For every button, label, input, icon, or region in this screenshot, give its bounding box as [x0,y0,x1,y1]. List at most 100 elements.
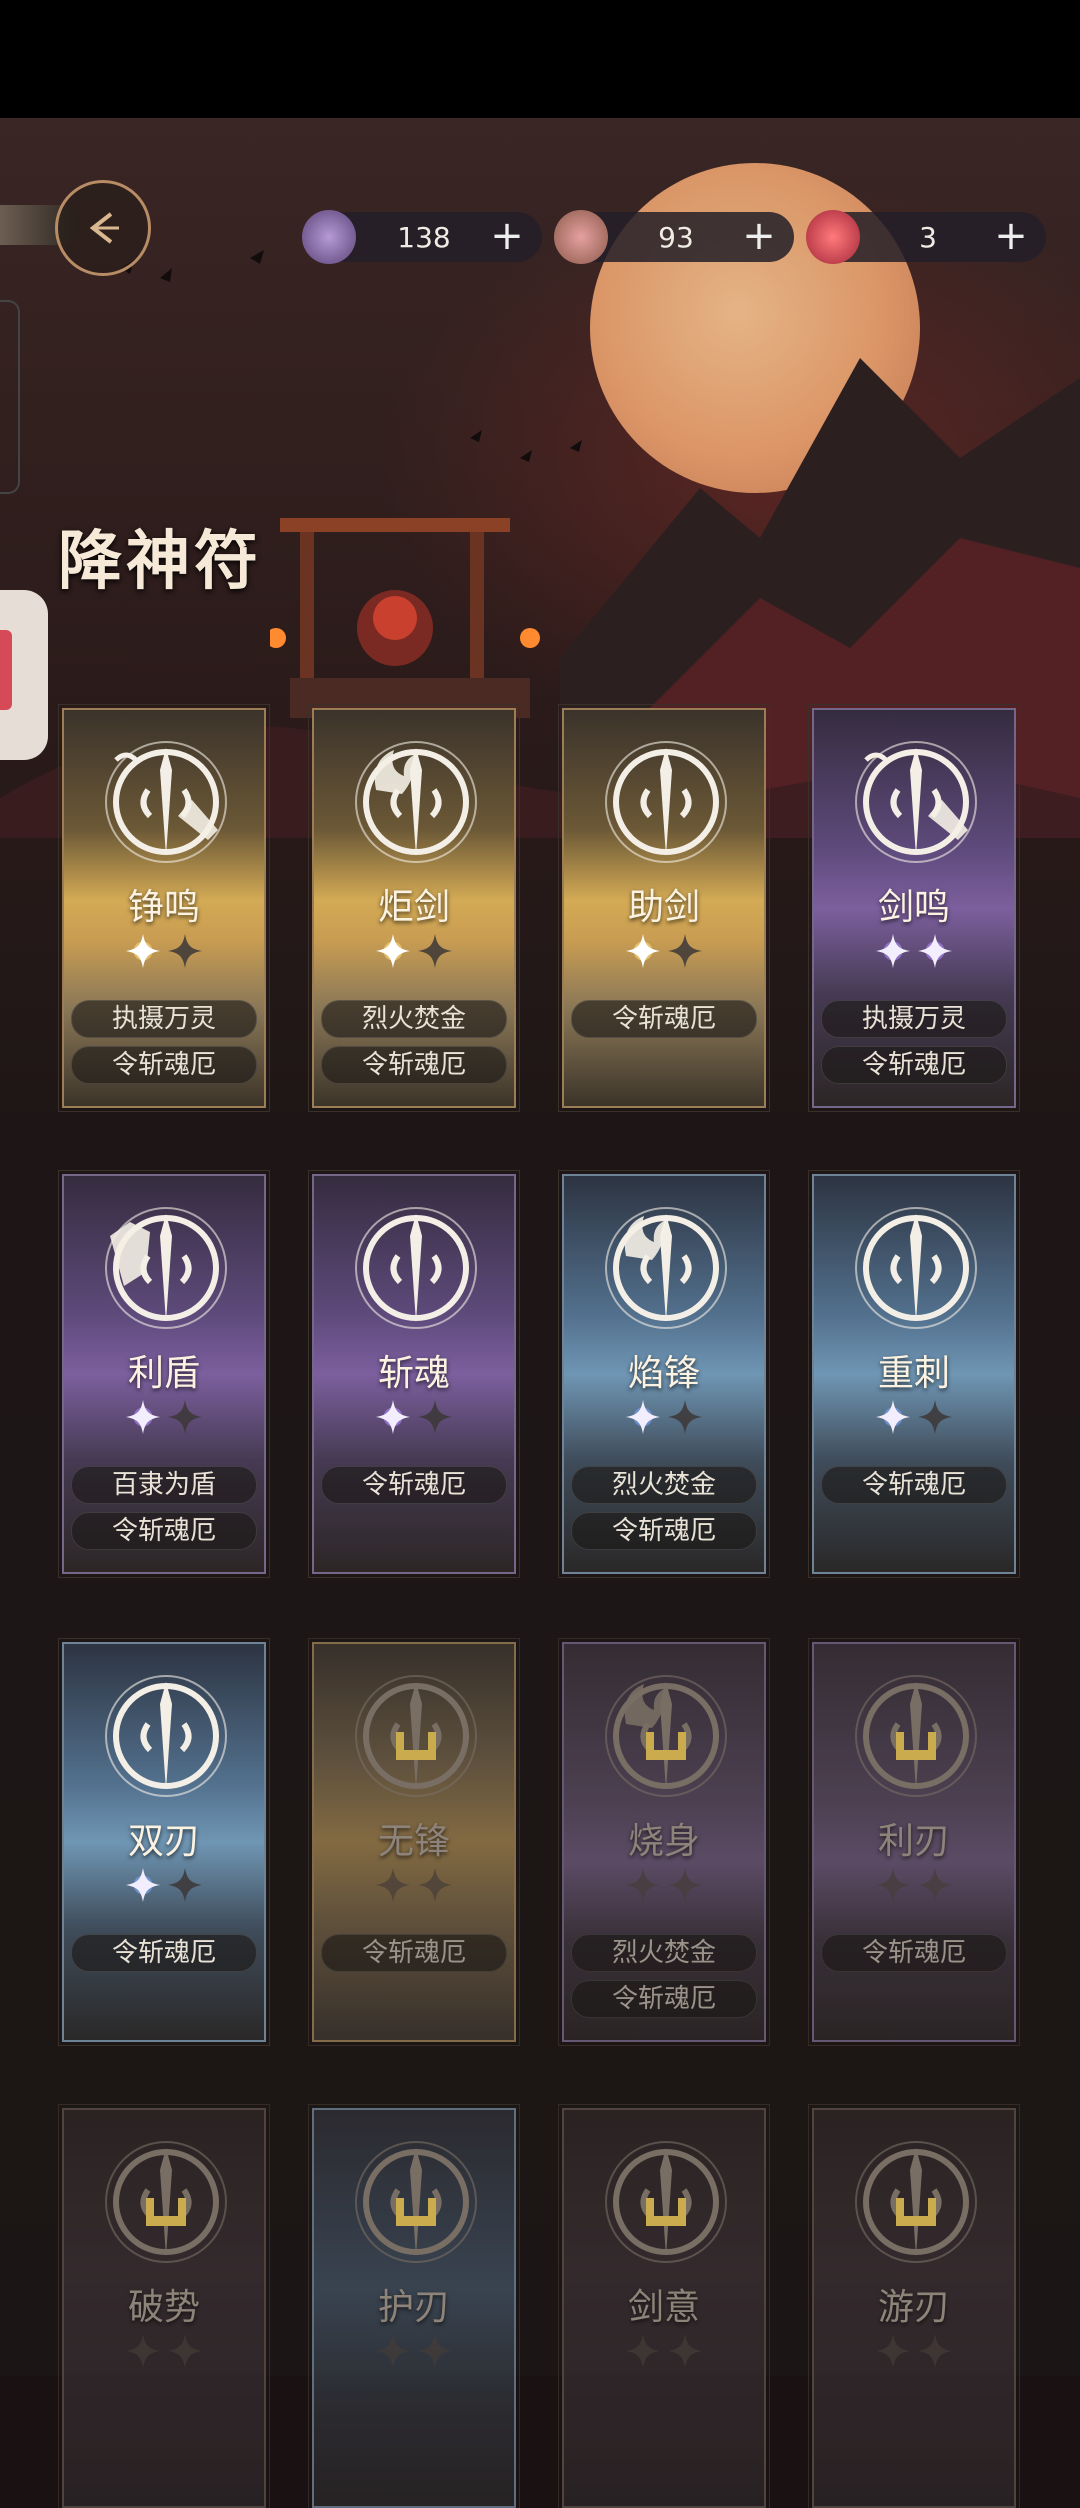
talisman-card[interactable]: 双刃 令斩魂厄 [58,1638,270,2046]
star-rating [64,2332,264,2370]
lock-icon [146,2198,186,2226]
star-filled-icon [625,933,661,969]
card-name: 双刃 [127,1821,200,1862]
lock-icon [646,2198,686,2226]
card-tag: 烈火焚金 [571,1466,757,1504]
shield-sword-emblem-icon [105,1207,227,1329]
star-filled-icon [375,1399,411,1435]
lock-icon [896,2198,936,2226]
card-tag: 执摄万灵 [821,1000,1007,1038]
card-tag: 执摄万灵 [71,1000,257,1038]
side-tab-marker [0,630,12,710]
currency-incense: 93 + [554,210,794,264]
talisman-card[interactable]: 利刃 令斩魂厄 [808,1638,1020,2046]
card-tag: 令斩魂厄 [571,1512,757,1550]
star-empty-icon [167,933,203,969]
card-tag: 百隶为盾 [71,1466,257,1504]
star-rating [64,932,264,970]
card-name: 炬剑 [377,887,450,928]
star-rating [564,1398,764,1436]
star-empty-icon [417,1399,453,1435]
add-soul-crystal-button[interactable]: + [488,216,526,256]
star-empty-icon [917,1399,953,1435]
talisman-card[interactable]: 重刺 令斩魂厄 [808,1170,1020,1578]
talisman-card[interactable]: 游刃 [808,2104,1020,2508]
card-name: 利刃 [877,1821,950,1862]
card-tag: 令斩魂厄 [321,1046,507,1084]
back-button[interactable] [55,180,151,276]
flame-sword-emblem-icon [355,741,477,863]
currency-red-orb: 3 + [806,210,1046,264]
star-rating [564,932,764,970]
talisman-card[interactable]: 炬剑烈火焚金令斩魂厄 [308,704,520,1112]
card-tag: 令斩魂厄 [821,1934,1007,1972]
card-tag: 令斩魂厄 [71,1512,257,1550]
star-empty-icon [667,1399,703,1435]
card-tag: 令斩魂厄 [71,1934,257,1972]
star-filled-icon [125,933,161,969]
star-empty-icon [167,1867,203,1903]
card-name: 剑意 [627,2287,700,2328]
card-name: 护刃 [377,2287,450,2328]
card-tag: 烈火焚金 [321,1000,507,1038]
side-panel-edge[interactable] [0,300,20,494]
page-title: 降神符 [58,524,262,599]
card-name: 破势 [127,2287,200,2328]
add-red-orb-button[interactable]: + [992,216,1030,256]
talisman-card[interactable]: 烧身烈火焚金令斩魂厄 [558,1638,770,2046]
star-rating [64,1398,264,1436]
star-empty-icon [375,1867,411,1903]
star-empty-icon [625,2333,661,2369]
lock-icon [896,1732,936,1760]
star-empty-icon [667,933,703,969]
star-empty-icon [667,2333,703,2369]
card-tag: 令斩魂厄 [571,1980,757,2018]
card-name: 剑鸣 [877,887,950,928]
back-arrow-icon [89,212,119,244]
talisman-card[interactable]: 无锋 令斩魂厄 [308,1638,520,2046]
currency-value: 3 [919,220,937,254]
currency-soul-crystal: 138 + [302,210,542,264]
star-rating [64,1866,264,1904]
talisman-card[interactable]: 破势 [58,2104,270,2508]
star-filled-icon [875,1399,911,1435]
star-empty-icon [875,2333,911,2369]
star-empty-icon [417,1867,453,1903]
add-incense-button[interactable]: + [740,216,778,256]
card-name: 烧身 [627,1821,700,1862]
star-empty-icon [417,933,453,969]
talisman-card[interactable]: 助剑 令斩魂厄 [558,704,770,1112]
talisman-card[interactable]: 铮鸣执摄万灵令斩魂厄 [58,704,270,1112]
talisman-card[interactable]: 剑鸣执摄万灵令斩魂厄 [808,704,1020,1112]
star-filled-icon [917,933,953,969]
star-rating [564,2332,764,2370]
card-tag: 令斩魂厄 [821,1046,1007,1084]
card-name: 焰锋 [627,1353,700,1394]
card-tag: 令斩魂厄 [821,1466,1007,1504]
currency-value: 138 [397,220,451,254]
star-rating [814,1398,1014,1436]
star-empty-icon [917,1867,953,1903]
star-empty-icon [375,2333,411,2369]
card-name: 铮鸣 [127,887,200,928]
star-empty-icon [667,1867,703,1903]
card-tag: 令斩魂厄 [571,1000,757,1038]
talisman-card[interactable]: 利盾 百隶为盾 令斩魂厄 [58,1170,270,1578]
ring-sword-emblem-icon [855,1207,977,1329]
star-empty-icon [917,2333,953,2369]
talisman-card[interactable]: 护刃 [308,2104,520,2508]
flame-sword-emblem-icon [605,1207,727,1329]
star-empty-icon [417,2333,453,2369]
card-tag: 令斩魂厄 [71,1046,257,1084]
star-rating [314,932,514,970]
talisman-card[interactable]: 斩魂 令斩魂厄 [308,1170,520,1578]
talisman-card[interactable]: 剑意 [558,2104,770,2508]
talisman-card[interactable]: 焰锋烈火焚金令斩魂厄 [558,1170,770,1578]
card-tag: 令斩魂厄 [321,1934,507,1972]
lock-icon [396,1732,436,1760]
card-tag: 烈火焚金 [571,1934,757,1972]
card-name: 助剑 [627,887,700,928]
ring-sword-emblem-icon [605,741,727,863]
star-empty-icon [167,2333,203,2369]
ring-sword-emblem-icon [105,1675,227,1797]
